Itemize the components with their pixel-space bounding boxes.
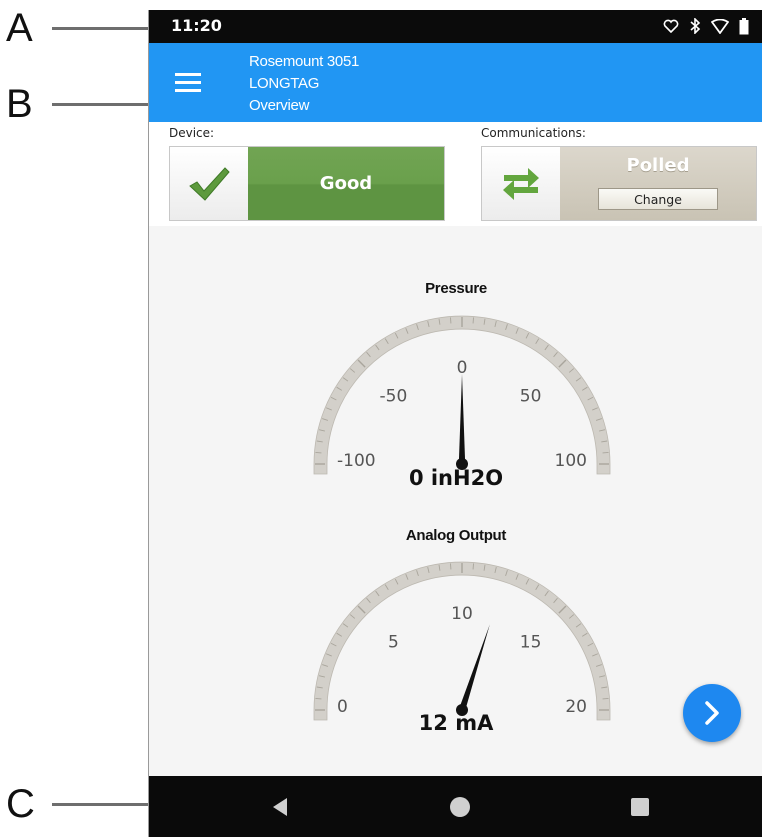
- pressure-value: 0 inH2O: [408, 466, 504, 490]
- communications-status-label: Polled: [626, 155, 690, 176]
- gauge-tick-label: 5: [388, 632, 399, 652]
- device-status: Good: [248, 147, 444, 220]
- gauge-tick-label: 10: [451, 604, 473, 624]
- status-time: 11:20: [171, 16, 222, 35]
- device-tag: LONGTAG: [249, 75, 320, 92]
- communications-status-box: Polled Change: [481, 146, 757, 221]
- battery-icon: [739, 17, 749, 35]
- communications-status: Polled Change: [560, 147, 756, 220]
- app-bar: Rosemount 3051 LONGTAG Overview: [149, 43, 762, 122]
- callout-a: A: [0, 8, 160, 48]
- navigation-bar: [149, 776, 762, 837]
- bluetooth-icon: [689, 18, 701, 34]
- status-bar: 11:20: [149, 10, 762, 43]
- callout-a-letter: A: [6, 6, 33, 50]
- title-block: Rosemount 3051 LONGTAG Overview: [249, 51, 359, 117]
- communications-label: Communications:: [481, 126, 586, 140]
- next-button[interactable]: [683, 684, 741, 742]
- analog-output-gauge-title: Analog Output: [405, 527, 507, 544]
- gauge-tick-label: -50: [380, 386, 408, 406]
- chevron-right-icon: [705, 701, 719, 725]
- page-title: Overview: [249, 97, 310, 114]
- gauge-needle: [458, 374, 466, 464]
- callout-b-line: [52, 103, 160, 106]
- callout-c: C: [0, 784, 160, 824]
- status-panel: Device: Communications: Good Polled Chan…: [149, 122, 762, 226]
- analog-output-gauge: 05101520: [313, 561, 611, 721]
- phone-screen: 11:20 Rosemount 3051 LONGTAG Overview De…: [148, 10, 762, 837]
- callout-c-line: [52, 803, 148, 806]
- checkmark-icon: [170, 147, 248, 220]
- swap-arrows-icon: [482, 147, 560, 220]
- analog-output-value: 12 mA: [418, 711, 494, 735]
- gauges-area: Pressure -100 -50 0 50 100 0 inH2O Analog Ou…: [149, 226, 762, 776]
- gauge-tick-label: 50: [520, 386, 542, 406]
- callout-b: B: [0, 84, 160, 124]
- pressure-gauge: -100-50050100: [313, 315, 611, 475]
- gauge-needle: [458, 624, 490, 711]
- device-model: Rosemount 3051: [249, 53, 360, 70]
- pressure-gauge-title: Pressure: [425, 280, 487, 297]
- callout-c-letter: C: [6, 782, 35, 826]
- gauge-tick-label: 15: [520, 632, 542, 652]
- figure: A B C 11:20 Rosemount 3051 LONGTAG Overv…: [0, 0, 762, 837]
- callout-b-letter: B: [6, 82, 33, 126]
- change-button[interactable]: Change: [598, 188, 718, 210]
- device-status-box: Good: [169, 146, 445, 221]
- heart-outline-icon: [663, 19, 679, 33]
- callout-a-line: [52, 27, 158, 30]
- status-icons: [663, 15, 749, 37]
- wifi-icon: [711, 18, 729, 34]
- back-triangle-icon[interactable]: [267, 794, 293, 820]
- hamburger-menu-icon[interactable]: [171, 65, 205, 99]
- home-circle-icon[interactable]: [447, 794, 473, 820]
- device-label: Device:: [169, 126, 215, 140]
- recents-square-icon[interactable]: [627, 794, 653, 820]
